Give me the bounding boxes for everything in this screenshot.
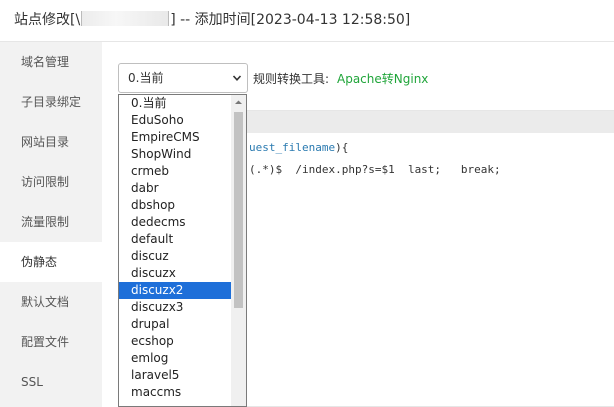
dropdown-option[interactable]: laravel5	[119, 367, 231, 384]
rewrite-template-dropdown[interactable]: 0.当前 EduSoho EmpireCMS ShopWind crmeb dabr dbs…	[118, 94, 247, 407]
title-suffix: ] -- 添加时间[2023-04-13 12:58:50]	[170, 12, 411, 28]
dropdown-options: 0.当前 EduSoho EmpireCMS ShopWind crmeb dabr dbs…	[119, 95, 231, 401]
sidebar: 域名管理 子目录绑定 网站目录 访问限制 流量限制 伪静态 默认文档 配置文件 …	[0, 42, 102, 407]
chevron-down-icon	[232, 75, 242, 81]
sidebar-item-traffic-limit[interactable]: 流量限制	[0, 202, 102, 242]
apache-to-nginx-link[interactable]: Apache转Nginx	[337, 70, 428, 87]
dropdown-option[interactable]: dabr	[119, 180, 231, 197]
sidebar-item-domain[interactable]: 域名管理	[0, 42, 102, 82]
sidebar-item-ssl[interactable]: SSL	[0, 362, 102, 402]
select-value: 0.当前	[128, 71, 164, 85]
dropdown-option[interactable]: discuzx	[119, 265, 231, 282]
dropdown-option[interactable]: crmeb	[119, 163, 231, 180]
title-prefix: 站点修改[\	[14, 12, 81, 28]
window-title: 站点修改[\ ] -- 添加时间[2023-04-13 12:58:50]	[0, 0, 614, 42]
dropdown-option[interactable]: discuzx3	[119, 299, 231, 316]
code-line: uest_filename){	[249, 141, 349, 154]
rule-convert-label: 规则转换工具:	[253, 72, 330, 86]
dropdown-option[interactable]: EduSoho	[119, 112, 231, 129]
dropdown-option[interactable]: discuz	[119, 248, 231, 265]
sidebar-item-default-doc[interactable]: 默认文档	[0, 282, 102, 322]
dropdown-option[interactable]: EmpireCMS	[119, 129, 231, 146]
dropdown-option[interactable]: default	[119, 231, 231, 248]
dropdown-option[interactable]: dbshop	[119, 197, 231, 214]
sidebar-item-access-limit[interactable]: 访问限制	[0, 162, 102, 202]
sidebar-item-config-file[interactable]: 配置文件	[0, 322, 102, 362]
dropdown-option[interactable]: emlog	[119, 350, 231, 367]
dropdown-option[interactable]: discuzx2	[119, 282, 231, 299]
sidebar-item-subdir[interactable]: 子目录绑定	[0, 82, 102, 122]
dropdown-scrollbar[interactable]	[231, 95, 246, 406]
dropdown-option[interactable]: drupal	[119, 316, 231, 333]
sidebar-item-rewrite[interactable]: 伪静态	[0, 242, 102, 282]
sidebar-item-site-dir[interactable]: 网站目录	[0, 122, 102, 162]
rewrite-template-select[interactable]: 0.当前	[118, 63, 248, 93]
dropdown-option[interactable]: ShopWind	[119, 146, 231, 163]
redacted-domain-mask	[81, 11, 170, 26]
code-line: (.*)$ /index.php?s=$1 last; break;	[249, 163, 501, 176]
dropdown-option[interactable]: dedecms	[119, 214, 231, 231]
dropdown-option[interactable]: ecshop	[119, 333, 231, 350]
dropdown-option[interactable]: 0.当前	[119, 95, 231, 112]
scrollbar-thumb[interactable]	[234, 112, 243, 308]
scroll-up-arrow-icon[interactable]	[231, 95, 246, 110]
dropdown-option[interactable]: maccms	[119, 384, 231, 401]
